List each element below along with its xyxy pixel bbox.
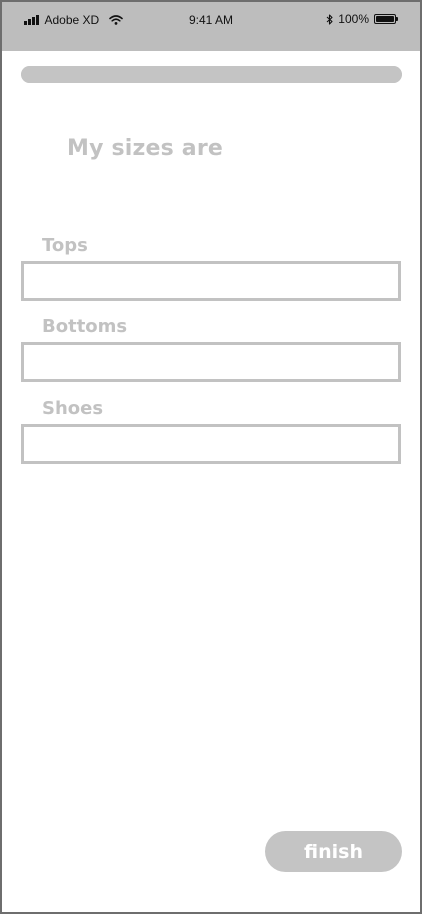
progress-bar xyxy=(21,66,402,83)
finish-button[interactable]: finish xyxy=(265,831,402,872)
page-title: My sizes are xyxy=(67,136,224,161)
tops-label: Tops xyxy=(42,235,88,256)
status-bar: Adobe XD 9:41 AM 100% xyxy=(2,2,420,51)
tops-input[interactable] xyxy=(21,261,401,301)
status-bar-right: 100% xyxy=(326,12,398,26)
bottoms-label: Bottoms xyxy=(42,316,128,337)
battery-fill xyxy=(376,16,394,22)
battery-icon xyxy=(374,14,398,24)
progress-fill xyxy=(21,66,402,83)
bluetooth-icon xyxy=(326,13,333,25)
shoes-label: Shoes xyxy=(42,398,104,419)
battery-percent: 100% xyxy=(338,12,369,26)
shoes-input[interactable] xyxy=(21,424,401,464)
phone-frame: Adobe XD 9:41 AM 100% My sizes are Tops … xyxy=(0,0,422,914)
bottoms-input[interactable] xyxy=(21,342,401,382)
